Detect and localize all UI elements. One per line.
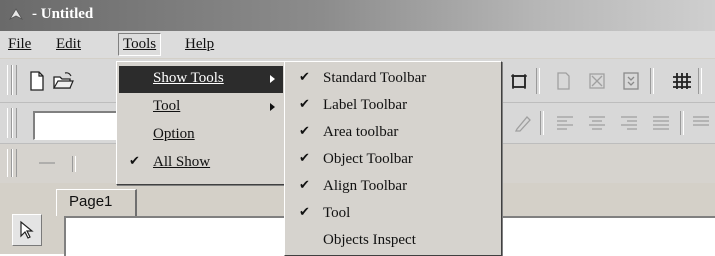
- menu-item-all-show[interactable]: ✔ All Show: [119, 150, 283, 177]
- window-title: - Untitled: [32, 6, 94, 22]
- tab-page1-label: Page1: [69, 193, 113, 210]
- tools-menu: Show Tools Tool Option ✔ All Show: [116, 61, 286, 185]
- submenu-item-area-toolbar[interactable]: ✔ Area toolbar: [287, 120, 499, 147]
- submenu-item-standard-toolbar[interactable]: ✔ Standard Toolbar: [287, 66, 499, 93]
- check-icon: ✔: [299, 151, 310, 166]
- submenu-item-label: Objects Inspect: [323, 232, 416, 248]
- toolbar-separator: [72, 156, 76, 172]
- align-left-icon[interactable]: [554, 112, 576, 134]
- frame-icon[interactable]: [508, 70, 530, 92]
- menu-item-label: Option: [153, 126, 195, 142]
- menu-file[interactable]: File: [8, 36, 31, 53]
- submenu-item-label-toolbar[interactable]: ✔ Label Toolbar: [287, 93, 499, 120]
- toolbar-grip[interactable]: [12, 149, 17, 177]
- app-icon: [8, 8, 24, 20]
- check-icon: ✔: [299, 70, 310, 85]
- menu-help[interactable]: Help: [185, 36, 214, 53]
- check-icon: ✔: [299, 178, 310, 193]
- menu-tools[interactable]: Tools: [118, 33, 162, 56]
- tab-page1[interactable]: Page1: [56, 189, 137, 216]
- pointer-icon: [20, 220, 34, 239]
- menu-bar: File Edit Tools Help: [0, 31, 715, 58]
- check-icon: ✔: [299, 97, 310, 112]
- toolbar-grip[interactable]: [12, 65, 17, 95]
- page-icon[interactable]: [552, 70, 574, 92]
- check-icon: ✔: [299, 205, 310, 220]
- application-window: - Untitled File Edit Tools Help Page1 Sh…: [0, 0, 715, 256]
- menu-item-show-tools[interactable]: Show Tools: [119, 66, 283, 93]
- toolbar-grip[interactable]: [12, 108, 17, 138]
- align-right-icon[interactable]: [618, 112, 640, 134]
- submenu-item-label: Tool: [323, 205, 351, 221]
- check-icon: ✔: [299, 124, 310, 139]
- pencil-icon[interactable]: [512, 112, 534, 134]
- delete-icon[interactable]: [586, 70, 608, 92]
- submenu-item-label: Align Toolbar: [323, 178, 408, 194]
- submenu-item-objects-inspect[interactable]: Objects Inspect: [287, 228, 499, 255]
- sort-icon[interactable]: [620, 70, 642, 92]
- new-document-icon[interactable]: [26, 70, 48, 92]
- toolbar-separator: [680, 111, 684, 135]
- grid-icon[interactable]: [670, 70, 692, 92]
- toolbar-separator: [698, 68, 702, 94]
- submenu-arrow-icon: [270, 103, 275, 111]
- submenu-item-label: Area toolbar: [323, 124, 399, 140]
- menu-item-label: Tool: [153, 98, 181, 114]
- menu-item-tool[interactable]: Tool: [119, 94, 283, 121]
- justify-icon[interactable]: [650, 112, 672, 134]
- pointer-tool-button[interactable]: [12, 214, 42, 246]
- menu-edit[interactable]: Edit: [56, 36, 81, 53]
- font-combobox[interactable]: [33, 111, 120, 140]
- align-justify-icon[interactable]: [690, 112, 712, 134]
- align-center-icon[interactable]: [586, 112, 608, 134]
- submenu-item-label: Standard Toolbar: [323, 70, 427, 86]
- menu-edit-label: Edit: [56, 36, 81, 52]
- toolbar-separator: [540, 111, 544, 135]
- submenu-item-tool[interactable]: ✔ Tool: [287, 201, 499, 228]
- toolbar-separator: [650, 68, 654, 94]
- menu-item-option[interactable]: Option: [119, 122, 283, 149]
- open-folder-icon[interactable]: [52, 70, 74, 92]
- menu-file-label: File: [8, 36, 32, 52]
- menu-item-label: All Show: [153, 154, 211, 170]
- title-bar: - Untitled: [0, 0, 715, 31]
- submenu-arrow-icon: [270, 75, 275, 83]
- check-icon: ✔: [129, 154, 140, 169]
- submenu-item-align-toolbar[interactable]: ✔ Align Toolbar: [287, 174, 499, 201]
- line-icon[interactable]: [36, 152, 58, 174]
- menu-item-label: Show Tools: [153, 70, 224, 86]
- submenu-item-label: Label Toolbar: [323, 97, 408, 113]
- toolbar-separator: [536, 68, 540, 94]
- submenu-item-object-toolbar[interactable]: ✔ Object Toolbar: [287, 147, 499, 174]
- show-tools-submenu: ✔ Standard Toolbar ✔ Label Toolbar ✔ Are…: [284, 61, 502, 256]
- menu-tools-label: Tools: [123, 36, 157, 52]
- menu-help-label: Help: [185, 36, 215, 52]
- submenu-item-label: Object Toolbar: [323, 151, 413, 167]
